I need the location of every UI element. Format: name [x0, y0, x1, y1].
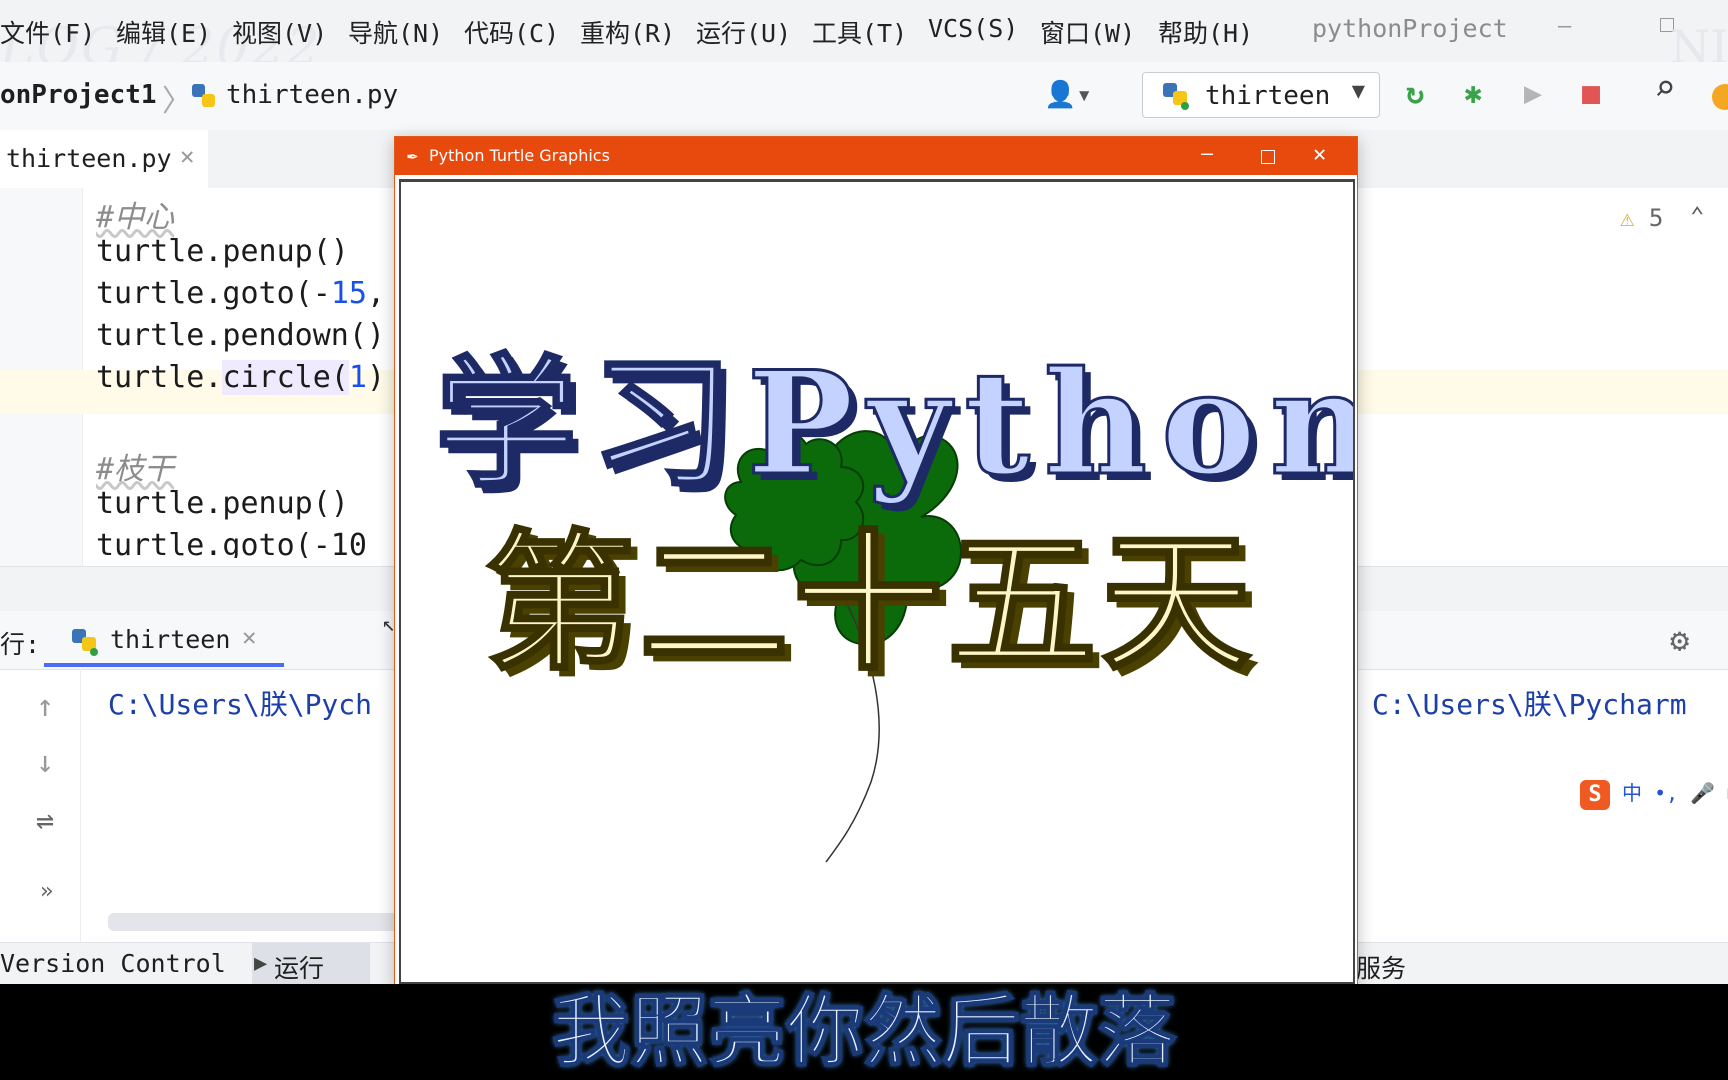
run-config-selector[interactable]: thirteen ▼	[1142, 72, 1380, 118]
navigation-bar: onProject1 〉 thirteen.py 👤▾ thirteen ▼ ↻…	[0, 62, 1728, 131]
menu-run[interactable]: 运行(U)	[696, 14, 791, 50]
chevron-up-icon[interactable]: ⌃	[1690, 202, 1704, 230]
code-text: turtle.goto(-	[96, 276, 331, 311]
active-tab-indicator	[44, 663, 284, 667]
turtle-maximize-button[interactable]	[1261, 150, 1275, 164]
turtle-close-button[interactable]: ✕	[1313, 142, 1326, 167]
code-line: turtle.penup()	[96, 486, 349, 521]
chevron-down-icon: ▼	[1351, 79, 1365, 104]
code-line: turtle.goto(-10	[96, 528, 367, 558]
debug-icon[interactable]: ✱	[1464, 76, 1482, 111]
code-number: 15	[330, 276, 367, 311]
menu-help[interactable]: 帮助(H)	[1158, 14, 1253, 50]
menu-view[interactable]: 视图(V)	[232, 14, 327, 50]
menu-window[interactable]: 窗口(W)	[1040, 14, 1135, 50]
code-line: turtle.circle(1)	[96, 360, 385, 395]
code-text: )	[366, 360, 385, 395]
code-text: turtle.penup()	[96, 486, 349, 521]
gear-icon[interactable]: ⚙	[1670, 621, 1689, 659]
code-call: circle(	[222, 360, 349, 395]
horizontal-scrollbar[interactable]	[108, 913, 408, 931]
run-toolbar: ↑ ↓ ⇌ »	[0, 669, 81, 947]
rerun-icon[interactable]: ↻	[1406, 76, 1424, 111]
code-text: ,	[366, 276, 385, 311]
code-line: turtle.pendown()	[96, 318, 385, 353]
window-title: pythonProject	[1312, 14, 1508, 43]
code-comment: #枝干	[96, 452, 175, 487]
code-text: turtle.	[96, 360, 223, 395]
breadcrumb-project[interactable]: onProject1	[0, 80, 157, 110]
run-tab-thirteen[interactable]: thirteen	[110, 625, 230, 654]
menu-tools[interactable]: 工具(T)	[812, 14, 907, 50]
menu-vcs[interactable]: VCS(S)	[928, 14, 1018, 43]
python-config-icon	[1161, 81, 1191, 115]
search-icon[interactable]: ⌕	[1654, 68, 1676, 109]
play-icon: ▶	[254, 951, 268, 976]
python-file-icon	[190, 82, 218, 114]
tab-thirteen-py[interactable]: thirteen.py ✕	[0, 130, 208, 192]
update-icon[interactable]	[1712, 84, 1728, 110]
menu-file[interactable]: 文件(F)	[0, 14, 95, 50]
window-minimize-button[interactable]: –	[1558, 14, 1571, 39]
mouse-pointer-icon: ↖	[382, 612, 396, 637]
warnings-count: 5	[1648, 204, 1664, 232]
code-text: turtle.penup()	[96, 234, 349, 269]
turtle-window-titlebar[interactable]: ✒ Python Turtle Graphics – ✕	[395, 137, 1357, 175]
run-with-coverage-icon[interactable]: ▶	[1524, 76, 1542, 111]
ime-logo-icon: S	[1580, 779, 1610, 810]
subtitle-bar: 我照亮你然后散落	[0, 984, 1728, 1080]
turtle-graphics-window[interactable]: ✒ Python Turtle Graphics – ✕ 学习Python 第二…	[394, 136, 1358, 986]
python-icon	[70, 627, 100, 661]
menu-edit[interactable]: 编辑(E)	[116, 14, 211, 50]
menu-refactor[interactable]: 重构(R)	[580, 14, 675, 50]
menu-code[interactable]: 代码(C)	[464, 14, 559, 50]
code-line: #枝干	[96, 444, 174, 488]
warnings-badge[interactable]: ⚠ 5	[1620, 204, 1663, 232]
feather-icon: ✒	[407, 145, 418, 166]
code-comment: #中心	[96, 200, 175, 235]
video-subtitle: 我照亮你然后散落	[551, 986, 1177, 1078]
arrow-up-icon[interactable]: ↑	[36, 689, 54, 724]
turtle-title-line2: 第二十五天	[483, 516, 1256, 693]
close-icon[interactable]: ✕	[180, 142, 194, 170]
menu-bar: LOG / 2022 文件(F) 编辑(E) 视图(V) 导航(N) 代码(C)…	[0, 0, 1728, 78]
turtle-canvas[interactable]: 学习Python 第二十五天	[399, 179, 1355, 984]
breadcrumb-file[interactable]: thirteen.py	[226, 80, 398, 110]
stop-icon[interactable]: ■	[1582, 76, 1600, 111]
run-tool-label: 运行	[274, 954, 325, 983]
turtle-minimize-button[interactable]: –	[1201, 141, 1213, 165]
arrow-down-icon[interactable]: ↓	[36, 745, 54, 780]
code-text: turtle.goto(-10	[96, 528, 367, 558]
tab-label: thirteen.py	[6, 144, 172, 173]
services-tab[interactable]: 服务	[1356, 949, 1406, 985]
turtle-window-title: Python Turtle Graphics	[429, 146, 610, 165]
run-tool-tab[interactable]: ▶ 运行	[252, 943, 370, 985]
soft-wrap-icon[interactable]: ⇌	[36, 803, 54, 838]
code-line: turtle.goto(-15,	[96, 276, 385, 311]
breadcrumb-separator: 〉	[162, 84, 192, 119]
more-icon[interactable]: »	[40, 879, 53, 904]
run-label: 行:	[0, 630, 41, 659]
ime-toolbar[interactable]: S 中 •, 🎤 ⊞	[1580, 777, 1728, 810]
code-number: 1	[348, 360, 367, 395]
code-text: turtle.pendown()	[96, 318, 385, 353]
console-output: C:\Users\朕\Pycharm	[1372, 688, 1687, 721]
user-icon[interactable]: 👤▾	[1044, 80, 1092, 110]
version-control-tab[interactable]: Version Control	[0, 949, 226, 978]
run-config-label: thirteen	[1205, 81, 1331, 111]
menu-navigate[interactable]: 导航(N)	[348, 14, 443, 50]
console-output: C:\Users\朕\Pych	[108, 688, 373, 721]
close-icon[interactable]: ✕	[242, 623, 256, 651]
code-line: #中心	[96, 192, 174, 236]
code-line: turtle.penup()	[96, 234, 349, 269]
ime-status: 中 •, 🎤 ⊞	[1622, 781, 1728, 805]
warning-icon: ⚠	[1620, 204, 1635, 232]
